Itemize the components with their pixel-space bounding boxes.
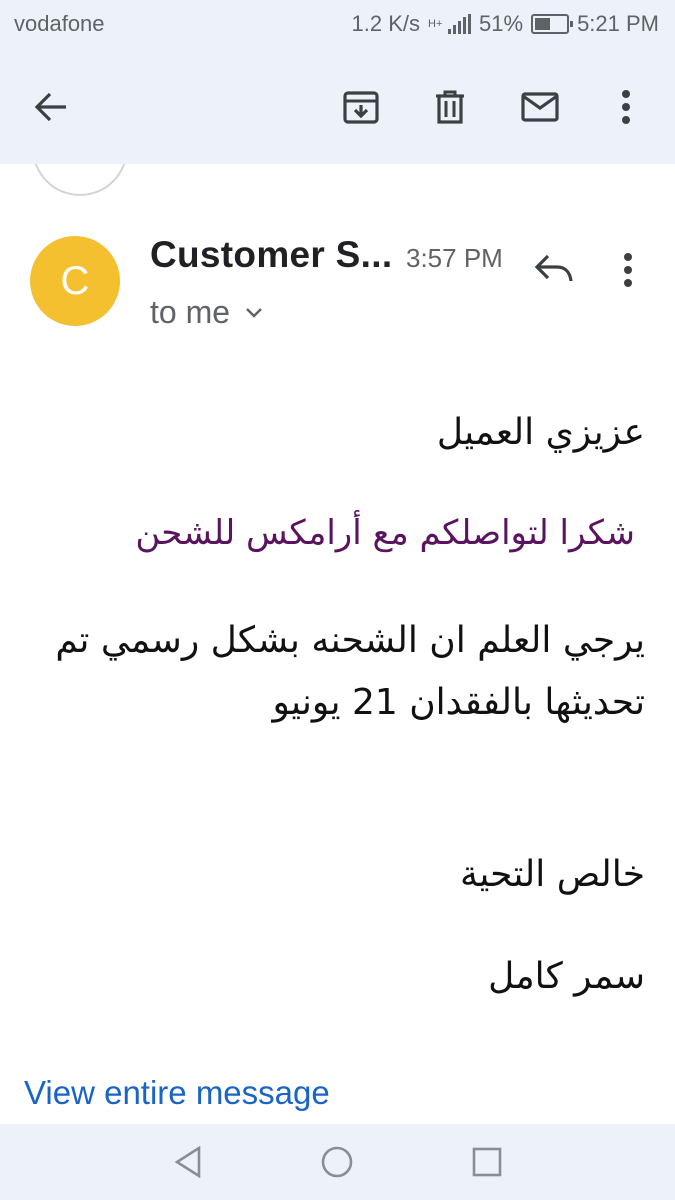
sender-name[interactable]: Customer S... bbox=[150, 234, 392, 276]
nav-recents-icon[interactable] bbox=[467, 1142, 507, 1182]
avatar-initial: C bbox=[60, 258, 90, 303]
message-more-icon[interactable] bbox=[622, 252, 646, 296]
mail-icon[interactable] bbox=[515, 82, 565, 132]
sender-avatar[interactable]: C bbox=[30, 236, 120, 326]
body-thanks: شكرا لتواصلكم مع أرامكس للشحن bbox=[135, 513, 635, 553]
back-arrow-icon[interactable] bbox=[26, 82, 76, 132]
body-greeting: عزيزي العميل bbox=[436, 412, 645, 453]
nav-back-icon[interactable] bbox=[168, 1142, 208, 1182]
nav-home-icon[interactable] bbox=[317, 1142, 357, 1182]
signal-icon bbox=[448, 14, 472, 34]
carrier-name: vodafone bbox=[14, 11, 105, 36]
archive-icon[interactable] bbox=[336, 82, 386, 132]
battery-icon bbox=[531, 14, 574, 34]
network-type: H+ bbox=[428, 18, 443, 30]
reply-icon[interactable] bbox=[534, 252, 576, 294]
recipient-toggle[interactable]: to me bbox=[150, 294, 262, 331]
network-speed: 1.2 K/s bbox=[351, 11, 421, 36]
system-nav-bar bbox=[0, 1124, 675, 1200]
status-bar: vodafone 1.2 K/s H+ 51% 5:21 PM bbox=[0, 0, 675, 48]
message-time: 3:57 PM bbox=[406, 243, 503, 273]
body-regards: خالص التحية bbox=[460, 854, 645, 895]
app-bar bbox=[0, 48, 675, 164]
chevron-down-icon bbox=[246, 307, 262, 318]
recipient-label: to me bbox=[150, 294, 231, 330]
clock: 5:21 PM bbox=[577, 11, 659, 36]
view-entire-message-link[interactable]: View entire message bbox=[24, 1074, 330, 1112]
trash-icon[interactable] bbox=[425, 82, 475, 132]
more-vert-icon[interactable] bbox=[601, 82, 651, 132]
body-signature: سمر كامل bbox=[488, 956, 645, 997]
body-paragraph: يرجي العلم ان الشحنه بشكل رسمي تم تحديثه… bbox=[55, 620, 645, 723]
battery-percent: 51% bbox=[479, 11, 524, 36]
